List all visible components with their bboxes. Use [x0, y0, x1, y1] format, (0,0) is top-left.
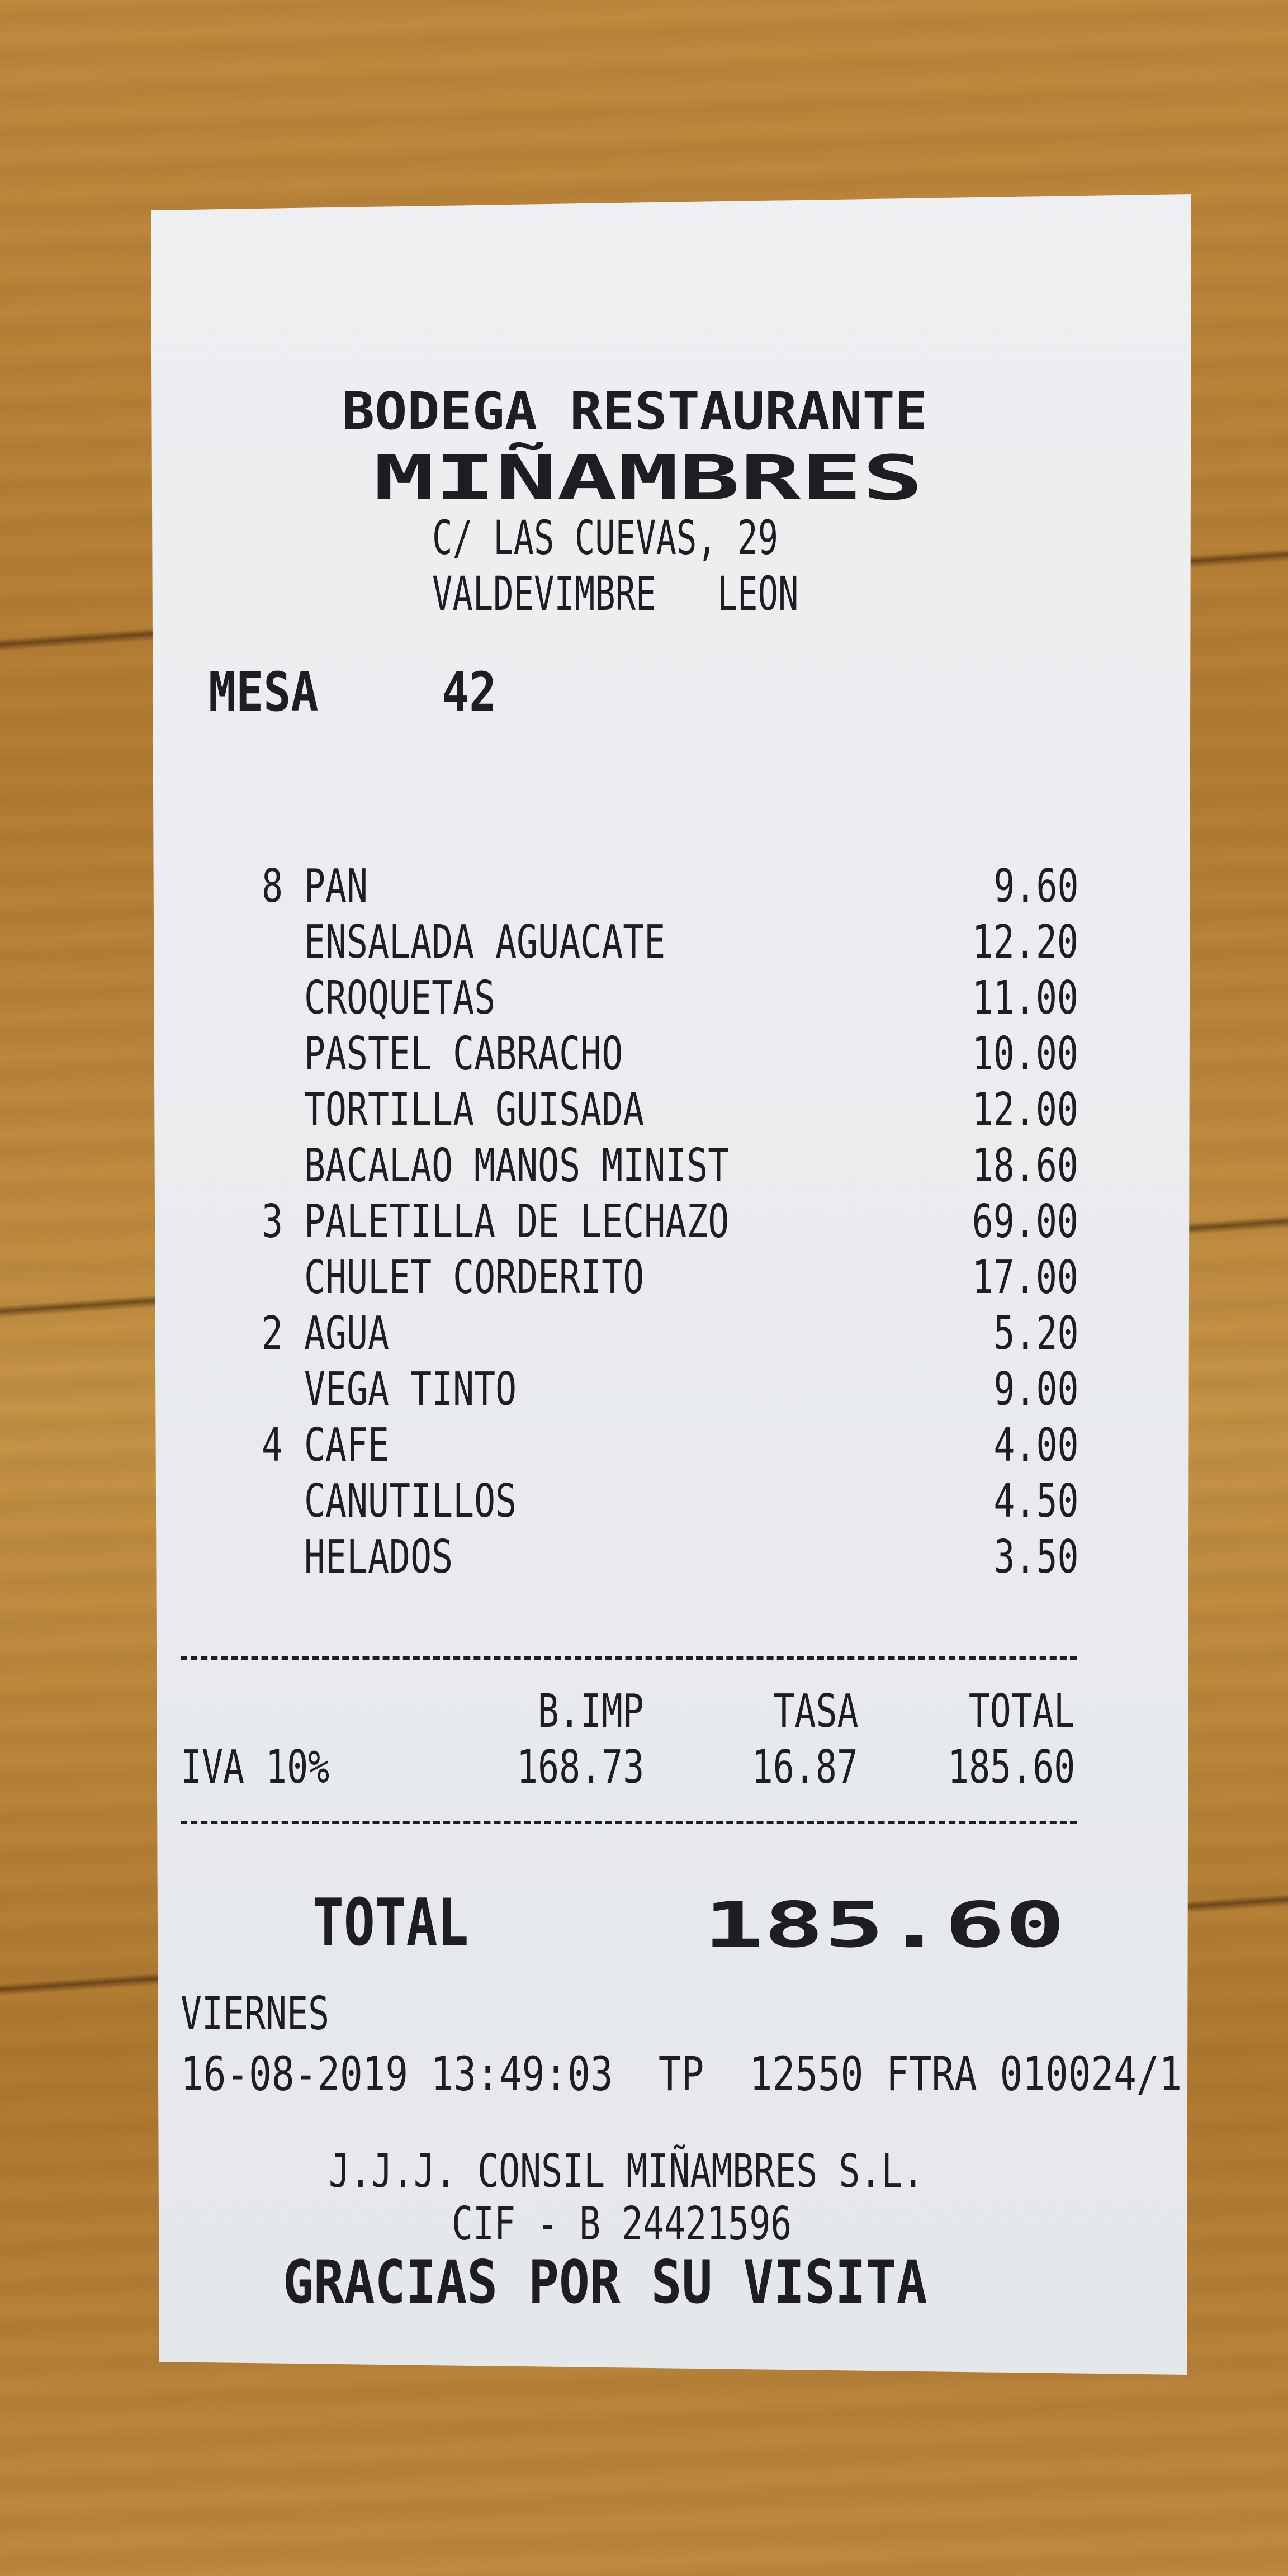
- item-name: CROQUETAS: [304, 972, 496, 1025]
- tax-label: IVA 10%: [181, 1741, 330, 1794]
- total-label: TOTAL: [312, 1885, 469, 1961]
- item-name: PASTEL CABRACHO: [304, 1027, 623, 1081]
- item-name: PALETILLA DE LECHAZO: [304, 1195, 730, 1248]
- item-name: CHULET CORDERITO: [304, 1251, 645, 1304]
- item-quantity: 2: [262, 1307, 283, 1360]
- weekday: VIERNES: [181, 1987, 330, 2040]
- item-price: 9.00: [993, 1363, 1078, 1416]
- tax-total: 185.60: [947, 1741, 1075, 1794]
- item-price: 69.00: [972, 1195, 1078, 1248]
- item-price: 3.50: [993, 1531, 1078, 1584]
- item-quantity: 4: [262, 1419, 283, 1472]
- item-price: 17.00: [972, 1251, 1078, 1304]
- item-name: VEGA TINTO: [304, 1363, 517, 1416]
- receipt-paper: BODEGA RESTAURANTE MIÑAMBRES C/ LAS CUEV…: [151, 194, 1191, 2375]
- total-value: 185.60: [703, 1889, 1066, 1962]
- company-cif: CIF - B 24421596: [452, 2198, 792, 2251]
- tax-header-total: TOTAL: [968, 1685, 1075, 1738]
- divider: [181, 1656, 1077, 1660]
- item-name: PAN: [304, 860, 368, 913]
- item-name: ENSALADA AGUACATE: [304, 916, 666, 969]
- item-name: TORTILLA GUISADA: [304, 1083, 645, 1137]
- item-price: 18.60: [972, 1139, 1078, 1192]
- item-price: 10.00: [972, 1027, 1078, 1081]
- table-label: MESA: [209, 661, 319, 723]
- item-price: 12.20: [972, 916, 1078, 969]
- company-name: J.J.J. CONSIL MIÑAMBRES S.L.: [329, 2145, 924, 2198]
- item-price: 12.00: [972, 1083, 1078, 1137]
- table-number: 42: [442, 661, 497, 723]
- tax-header-rate: TASA: [773, 1685, 858, 1738]
- address-street: C/ LAS CUEVAS, 29: [432, 510, 779, 565]
- address-city: VALDEVIMBRE LEON: [432, 566, 799, 621]
- tax-amount: 16.87: [751, 1741, 858, 1794]
- item-price: 5.20: [993, 1307, 1078, 1360]
- item-price: 9.60: [993, 860, 1078, 913]
- restaurant-name: MIÑAMBRES: [373, 442, 924, 514]
- item-name: CAFE: [304, 1419, 390, 1472]
- thanks-message: GRACIAS POR SU VISITA: [283, 2248, 927, 2317]
- item-quantity: 8: [262, 860, 283, 913]
- datetime-invoice-line: 16-08-2019 13:49:03 TP 12550 FTRA 010024…: [181, 2047, 1182, 2101]
- restaurant-type: BODEGA RESTAURANTE: [342, 381, 927, 441]
- tax-base: 168.73: [516, 1741, 644, 1794]
- item-name: AGUA: [304, 1307, 390, 1360]
- item-quantity: 3: [262, 1195, 283, 1248]
- item-name: BACALAO MANOS MINIST: [304, 1139, 730, 1192]
- tax-header-base: B.IMP: [537, 1685, 644, 1738]
- item-price: 11.00: [972, 972, 1078, 1025]
- item-name: HELADOS: [304, 1531, 453, 1584]
- item-name: CANUTILLOS: [304, 1475, 517, 1528]
- item-price: 4.00: [993, 1419, 1078, 1472]
- item-price: 4.50: [993, 1475, 1078, 1528]
- divider: [181, 1821, 1077, 1824]
